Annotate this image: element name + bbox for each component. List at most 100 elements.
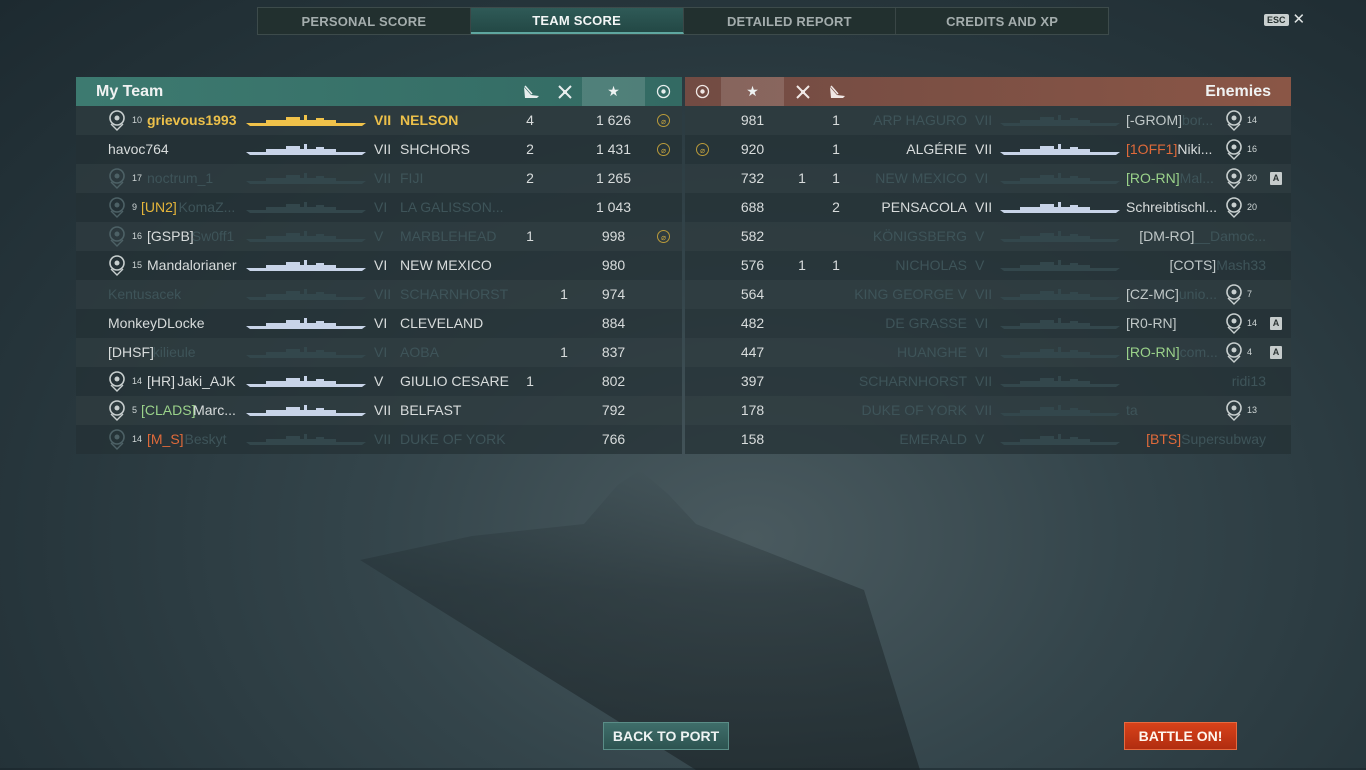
table-row[interactable]: havoc764 VII SHCHORS 2 1 431 ⌀ bbox=[76, 135, 682, 164]
ship-silhouette bbox=[1000, 347, 1120, 358]
score-value: 576 bbox=[740, 257, 765, 273]
ships-destroyed-count bbox=[822, 338, 850, 367]
table-row[interactable]: 9 [UN2] KomaZ... VI LA GALISSON... 1 043 bbox=[76, 193, 682, 222]
rank-icon bbox=[1223, 196, 1245, 218]
rank-level: 13 bbox=[1247, 405, 1258, 415]
ships-destroyed-count bbox=[516, 338, 544, 367]
table-row[interactable]: [DHSF] kilieule VI AOBA 1 837 bbox=[76, 338, 682, 367]
score-header-star-icon: ★ bbox=[582, 77, 645, 106]
player-name: noctrum_1 bbox=[147, 170, 214, 186]
player-label: [COTS]Mash33 bbox=[1126, 251, 1266, 280]
planes-destroyed-count bbox=[788, 106, 816, 135]
rank-icon bbox=[1223, 167, 1245, 189]
table-row[interactable]: Kentusacek VII SCHARNHORST 1 974 bbox=[76, 280, 682, 309]
rank-icon bbox=[106, 399, 128, 421]
planes-destroyed-count: 1 bbox=[560, 344, 568, 360]
tab-detailed-report[interactable]: DETAILED REPORT bbox=[684, 8, 897, 34]
score-value: 837 bbox=[601, 344, 626, 360]
flag-icon: A bbox=[1270, 346, 1282, 359]
table-row[interactable]: 576 1 1 NICHOLAS V [COTS]Mash33 bbox=[685, 251, 1291, 280]
tab-team-score[interactable]: TEAM SCORE bbox=[470, 8, 684, 34]
player-name: Marc... bbox=[193, 402, 236, 418]
my-team-panel: My Team ★ 10 grievous1993 VII NELSON 4 1 626 ⌀… bbox=[76, 77, 682, 455]
table-row[interactable]: 5 [CLADS] Marc... VII BELFAST 792 bbox=[76, 396, 682, 425]
close-button[interactable]: ESC ✕ bbox=[1264, 12, 1305, 27]
table-row[interactable]: 14 [M_S] Beskyt VII DUKE OF YORK 766 bbox=[76, 425, 682, 454]
rank-level: 14 bbox=[1247, 115, 1258, 125]
table-row[interactable]: 688 2 PENSACOLA VII Schreibtischl... 20 bbox=[685, 193, 1291, 222]
score-value: 981 bbox=[740, 112, 765, 128]
clan-tag: [DM-RO] bbox=[1139, 228, 1195, 244]
rank-icon bbox=[1223, 283, 1245, 305]
ship-name: NEW MEXICO bbox=[400, 257, 492, 273]
player-label: [RO-RN]com... bbox=[1126, 338, 1266, 367]
rank-icon bbox=[1223, 109, 1245, 131]
back-to-port-button[interactable]: BACK TO PORT bbox=[603, 722, 729, 750]
ship-name: NELSON bbox=[400, 112, 459, 128]
planes-destroyed-count bbox=[788, 425, 816, 454]
ship-tier: V bbox=[374, 228, 384, 244]
table-row[interactable]: 482 DE GRASSE VI [R0-RN] 14 A bbox=[685, 309, 1291, 338]
ship-tier: VI bbox=[374, 199, 388, 215]
table-row[interactable]: MonkeyDLocke VI CLEVELAND 884 bbox=[76, 309, 682, 338]
score-header-star-icon: ★ bbox=[721, 77, 784, 106]
table-row[interactable]: 447 HUANGHE VI [RO-RN]com... 4 A bbox=[685, 338, 1291, 367]
table-row[interactable]: 397 SCHARNHORST VII ridi13 bbox=[685, 367, 1291, 396]
rank-icon bbox=[106, 167, 128, 189]
clan-tag: [RO-RN] bbox=[1126, 170, 1180, 186]
score-value: 974 bbox=[601, 286, 626, 302]
flag-icon: A bbox=[1270, 317, 1282, 330]
table-row[interactable]: 14 [HR] Jaki_AJK V GIULIO CESARE 1 802 bbox=[76, 367, 682, 396]
tab-personal-score[interactable]: PERSONAL SCORE bbox=[258, 8, 471, 34]
tab-credits-and-xp[interactable]: CREDITS AND XP bbox=[896, 8, 1108, 34]
table-row[interactable]: 15 Mandalorianer VI NEW MEXICO 980 bbox=[76, 251, 682, 280]
table-row[interactable]: 16 [GSPB] Sw0ff1 V MARBLEHEAD 1 998 ⌀ bbox=[76, 222, 682, 251]
planes-destroyed-count bbox=[550, 396, 578, 425]
table-row[interactable]: 564 KING GEORGE V VII [CZ-MC]unio... 7 bbox=[685, 280, 1291, 309]
ship-silhouette bbox=[246, 231, 366, 242]
ship-name: PENSACOLA bbox=[881, 199, 967, 215]
table-row[interactable]: 158 EMERALD V [BTS]Supersubway bbox=[685, 425, 1291, 454]
score-value: 1 431 bbox=[595, 141, 632, 157]
medal-icon: ⌀ bbox=[657, 230, 670, 243]
battle-on-button[interactable]: BATTLE ON! bbox=[1124, 722, 1237, 750]
ships-destroyed-count bbox=[516, 193, 544, 222]
rank-level: 5 bbox=[132, 405, 138, 415]
rank-icon bbox=[1223, 312, 1245, 334]
rank-icon bbox=[106, 225, 128, 247]
planes-destroyed-count bbox=[550, 251, 578, 280]
ship-tier: VII bbox=[374, 431, 392, 447]
clan-tag: [COTS] bbox=[1169, 257, 1217, 273]
planes-destroyed-count bbox=[788, 222, 816, 251]
score-value: 980 bbox=[601, 257, 626, 273]
table-row[interactable]: ⌀ 920 1 ALGÉRIE VII [1OFF1]Niki... 16 bbox=[685, 135, 1291, 164]
table-row[interactable]: 17 noctrum_1 VII FIJI 2 1 265 bbox=[76, 164, 682, 193]
table-row[interactable]: 10 grievous1993 VII NELSON 4 1 626 ⌀ bbox=[76, 106, 682, 135]
ship-silhouette bbox=[1000, 144, 1120, 155]
clan-tag: [UN2] bbox=[141, 199, 177, 215]
table-row[interactable]: 732 1 1 NEW MEXICO VI [RO-RN]Mal... 20 A bbox=[685, 164, 1291, 193]
player-name: __Damoc... bbox=[1194, 228, 1266, 244]
table-row[interactable]: 981 1 ARP HAGURO VII [-GROM]bor... 14 bbox=[685, 106, 1291, 135]
score-value: 766 bbox=[601, 431, 626, 447]
player-name: Niki... bbox=[1177, 141, 1213, 157]
flag-icon: A bbox=[1270, 172, 1282, 185]
rank-icon bbox=[1223, 138, 1245, 160]
ship-tier: VI bbox=[374, 315, 388, 331]
player-name: Beskyt bbox=[184, 431, 227, 447]
table-row[interactable]: 178 DUKE OF YORK VII ta 13 bbox=[685, 396, 1291, 425]
ship-tier: VII bbox=[374, 170, 392, 186]
clan-tag: [R0-RN] bbox=[1126, 315, 1177, 331]
player-label: [CZ-MC]unio... bbox=[1126, 280, 1266, 309]
rank-level: 9 bbox=[132, 202, 138, 212]
my-team-list: 10 grievous1993 VII NELSON 4 1 626 ⌀ havoc764 VI… bbox=[76, 106, 682, 454]
table-row[interactable]: 582 KÖNIGSBERG V [DM-RO]__Damoc... bbox=[685, 222, 1291, 251]
rank-icon bbox=[106, 196, 128, 218]
ships-destroyed-count: 2 bbox=[526, 170, 534, 186]
ships-destroyed-count bbox=[516, 425, 544, 454]
rank-level: 17 bbox=[132, 173, 143, 183]
medal-icon: ⌀ bbox=[657, 143, 670, 156]
rank-icon bbox=[1223, 399, 1245, 421]
ship-tier: VI bbox=[374, 344, 388, 360]
planes-destroyed-count bbox=[788, 396, 816, 425]
